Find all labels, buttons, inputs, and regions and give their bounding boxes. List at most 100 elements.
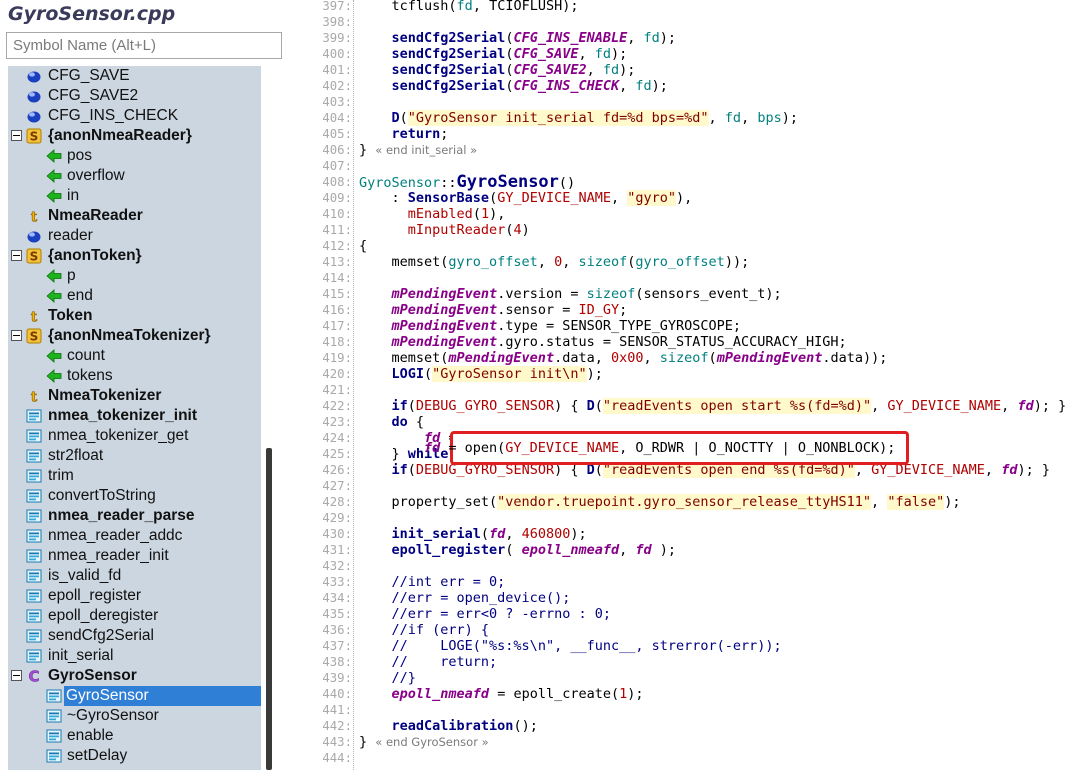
code-line[interactable]: } « end GyroSensor » (359, 734, 489, 750)
symbol-tree-scroll-thumb[interactable] (266, 448, 272, 770)
code-line[interactable]: property_set("vendor.truepoint.gyro_sens… (359, 494, 960, 510)
code-line[interactable]: // return; (359, 654, 498, 670)
collapse-toggle-icon[interactable] (11, 670, 22, 681)
code-line[interactable]: //int err = 0; (359, 574, 506, 590)
tree-item-label: {anonNmeaReader} (48, 127, 192, 144)
line-number: 422: (322, 399, 352, 413)
function-icon (26, 588, 42, 604)
code-line[interactable]: epoll_nmeafd = epoll_create(1); (359, 686, 644, 702)
tree-item[interactable]: nmea_tokenizer_init (8, 406, 261, 426)
tree-item[interactable]: overflow (8, 166, 261, 186)
code-line[interactable]: } « end init_serial » (359, 142, 477, 158)
code-line[interactable]: //err = open_device(); (359, 590, 571, 606)
tree-item[interactable]: nmea_reader_parse (8, 506, 261, 526)
line-number: 398: (322, 15, 352, 29)
tree-item[interactable]: trim (8, 466, 261, 486)
code-line[interactable]: sendCfg2Serial(CFG_INS_ENABLE, fd); (359, 30, 677, 46)
code-line[interactable]: GyroSensor::GyroSensor() (359, 174, 575, 192)
code-line[interactable]: //err = err<0 ? -errno : 0; (359, 606, 611, 622)
tree-item[interactable]: S {anonToken} (8, 246, 261, 266)
tree-item[interactable]: count (8, 346, 261, 366)
tree-item[interactable]: S {anonNmeaTokenizer} (8, 326, 261, 346)
tree-item[interactable]: C GyroSensor (8, 666, 261, 686)
code-line[interactable]: if(DEBUG_GYRO_SENSOR) { D("readEvents op… (359, 398, 1066, 414)
code-line[interactable]: LOGI("GyroSensor init\n"); (359, 366, 603, 382)
tree-item-label: convertToString (48, 487, 156, 504)
tree-item[interactable]: epoll_deregister (8, 606, 261, 626)
code-line[interactable]: { (359, 238, 367, 254)
code-line[interactable]: mPendingEvent.version = sizeof(sensors_e… (359, 286, 782, 302)
code-line[interactable]: epoll_register( epoll_nmeafd, fd ); (359, 542, 677, 558)
symbol-tree[interactable]: CFG_SAVE CFG_SAVE2 CFG_INS_CHECK S {anonNmea… (8, 66, 261, 770)
typedef-icon: t (26, 388, 42, 406)
tree-item[interactable]: t NmeaTokenizer (8, 386, 261, 406)
tree-item[interactable]: S {anonNmeaReader} (8, 126, 261, 146)
code-line[interactable]: D("GyroSensor init_serial fd=%d bps=%d",… (359, 110, 798, 126)
tree-item[interactable]: convertToString (8, 486, 261, 506)
tree-item[interactable]: nmea_reader_init (8, 546, 261, 566)
code-line[interactable]: do { (359, 414, 425, 430)
method-icon (46, 748, 62, 764)
tree-item[interactable]: sendCfg2Serial (8, 626, 261, 646)
code-line[interactable]: sendCfg2Serial(CFG_SAVE, fd); (359, 46, 628, 62)
line-number: 439: (322, 671, 352, 685)
tree-item[interactable]: CFG_SAVE (8, 66, 261, 86)
code-line[interactable]: tcflush(fd, TCIOFLUSH); (359, 0, 579, 14)
tree-item-label: tokens (67, 367, 113, 384)
tree-item[interactable]: end (8, 286, 261, 306)
code-line[interactable]: readCalibration(); (359, 718, 538, 734)
code-line[interactable]: sendCfg2Serial(CFG_SAVE2, fd); (359, 62, 636, 78)
line-number: 418: (322, 335, 352, 349)
code-line[interactable]: : SensorBase(GY_DEVICE_NAME, "gyro"), (359, 190, 692, 206)
tree-item[interactable]: nmea_tokenizer_get (8, 426, 261, 446)
tree-item[interactable]: setDelay (8, 746, 261, 766)
line-number: 411: (322, 223, 352, 237)
line-number: 399: (322, 31, 352, 45)
tree-item[interactable]: CFG_SAVE2 (8, 86, 261, 106)
tree-item-label: pos (67, 147, 92, 164)
line-number: 415: (322, 287, 352, 301)
tree-item[interactable]: reader (8, 226, 261, 246)
code-line[interactable]: //if (err) { (359, 622, 490, 638)
tree-item[interactable]: is_valid_fd (8, 566, 261, 586)
line-number: 443: (322, 735, 352, 749)
tree-item[interactable]: in (8, 186, 261, 206)
line-number: 403: (322, 95, 352, 109)
code-line[interactable]: init_serial(fd, 460800); (359, 526, 587, 542)
tree-item[interactable]: p (8, 266, 261, 286)
code-line[interactable]: memset(gyro_offset, 0, sizeof(gyro_offse… (359, 254, 750, 270)
collapse-toggle-icon[interactable] (11, 250, 22, 261)
tree-item[interactable]: enable (8, 726, 261, 746)
code-line[interactable]: mPendingEvent.sensor = ID_GY; (359, 302, 628, 318)
collapse-toggle-icon[interactable] (11, 330, 22, 341)
code-line[interactable]: mInputReader(4) (359, 222, 530, 238)
struct-icon: S (26, 248, 42, 264)
code-line[interactable]: mPendingEvent.gyro.status = SENSOR_STATU… (359, 334, 847, 350)
code-line[interactable]: //} (359, 670, 416, 686)
tree-item[interactable]: nmea_reader_addc (8, 526, 261, 546)
code-line[interactable]: memset(mPendingEvent.data, 0x00, sizeof(… (359, 350, 888, 366)
code-line[interactable]: // LOGE("%s:%s\n", __func__, strerror(-e… (359, 638, 782, 654)
tree-item-label: {anonNmeaTokenizer} (48, 327, 211, 344)
code-line[interactable]: sendCfg2Serial(CFG_INS_CHECK, fd); (359, 78, 668, 94)
tree-item[interactable]: GyroSensor (8, 686, 261, 706)
tree-item[interactable]: ~GyroSensor (8, 706, 261, 726)
code-editor[interactable]: 397: 398: 399: 400: 401: 402: 403: 404: 405: 406:… (300, 0, 1069, 770)
tree-item[interactable]: t Token (8, 306, 261, 326)
tree-item[interactable]: CFG_INS_CHECK (8, 106, 261, 126)
code-line[interactable]: mEnabled(1), (359, 206, 506, 222)
svg-text:S: S (30, 250, 39, 264)
tree-item[interactable]: epoll_register (8, 586, 261, 606)
tree-item[interactable]: str2float (8, 446, 261, 466)
method-icon (46, 688, 62, 704)
line-number: 426: (322, 463, 352, 477)
function-icon (26, 548, 42, 564)
tree-item[interactable]: pos (8, 146, 261, 166)
tree-item[interactable]: t NmeaReader (8, 206, 261, 226)
symbol-search-input[interactable] (6, 32, 282, 59)
collapse-toggle-icon[interactable] (11, 130, 22, 141)
code-line[interactable]: return; (359, 126, 449, 142)
tree-item[interactable]: init_serial (8, 646, 261, 666)
code-line[interactable]: mPendingEvent.type = SENSOR_TYPE_GYROSCO… (359, 318, 742, 334)
tree-item[interactable]: tokens (8, 366, 261, 386)
